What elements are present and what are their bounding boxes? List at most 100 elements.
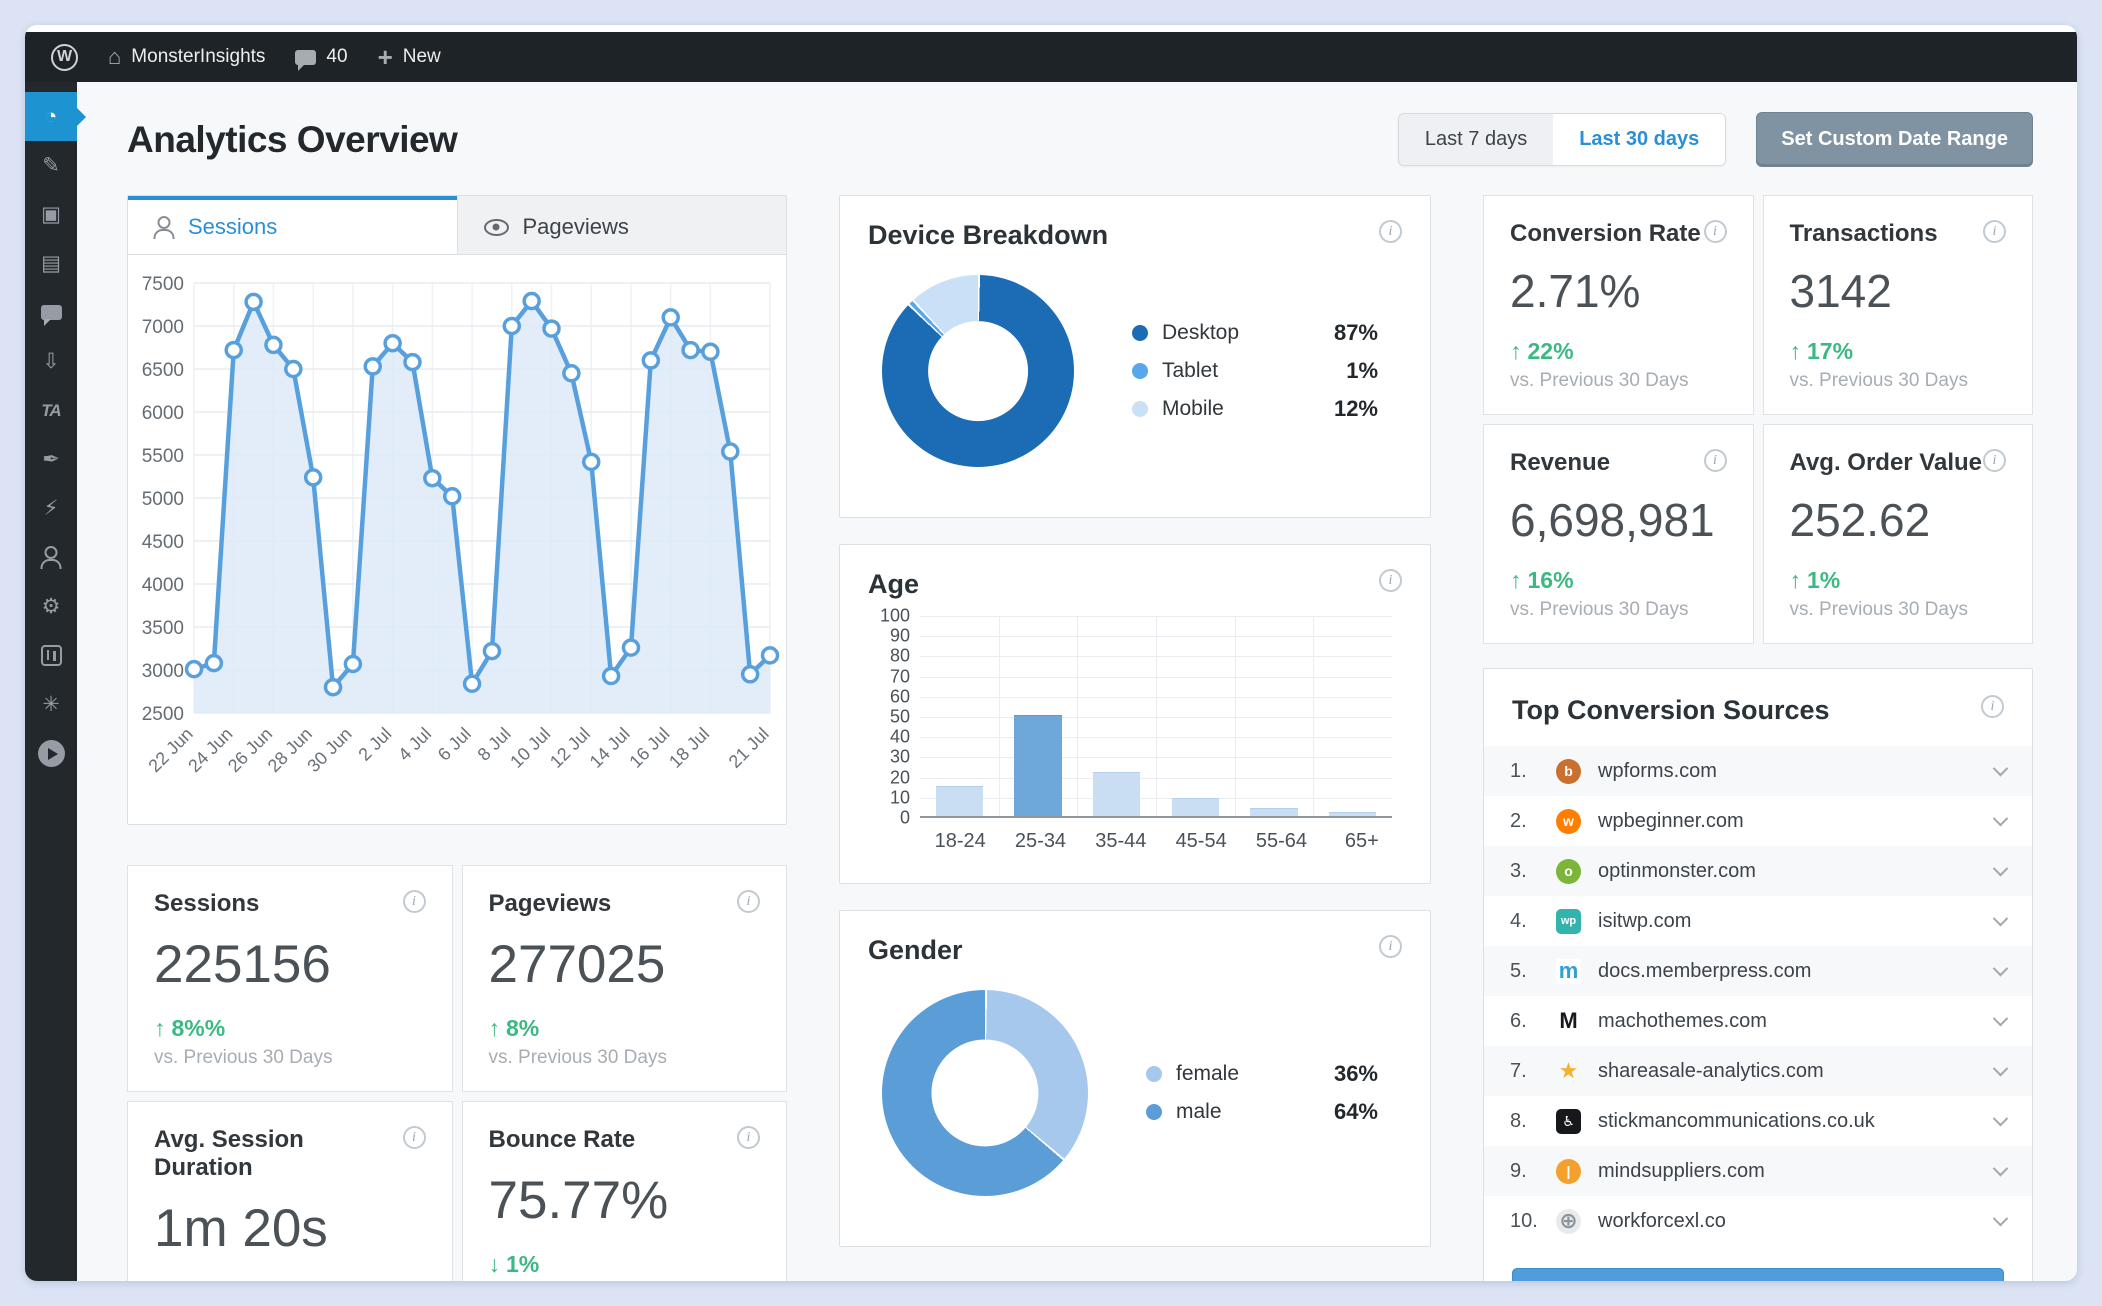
legend-dot [1132, 363, 1148, 379]
range-button-last-30-days[interactable]: Last 30 days [1553, 114, 1726, 165]
source-rank: 5. [1510, 959, 1527, 982]
set-custom-date-range-button[interactable]: Set Custom Date Range [1756, 112, 2033, 167]
sidebar-item-dashboard[interactable]: ◔ [25, 92, 77, 141]
site-menu[interactable]: ⌂ MonsterInsights [108, 46, 265, 68]
svg-text:6000: 6000 [142, 403, 184, 424]
comments-menu[interactable]: 40 [295, 46, 348, 71]
source-row-stickmancommunications.co.uk[interactable]: 8. ♿ stickmancommunications.co.uk [1484, 1096, 2032, 1146]
sidebar-item-users[interactable] [25, 533, 77, 582]
source-row-wpforms.com[interactable]: 1. b wpforms.com [1484, 746, 2032, 796]
source-row-wpbeginner.com[interactable]: 2. w wpbeginner.com [1484, 796, 2032, 846]
source-row-optinmonster.com[interactable]: 3. o optinmonster.com [1484, 846, 2032, 896]
info-icon[interactable]: i [402, 890, 426, 913]
sidebar-item-thirstyaffiliates[interactable]: TA [25, 386, 77, 435]
tab-pageviews[interactable]: Pageviews [456, 196, 786, 254]
stat-delta-value: 6% [172, 1279, 205, 1281]
info-icon[interactable]: i [1379, 935, 1402, 958]
device-breakdown-panel: Device Breakdown i Desktop 87% Tablet 1% Mob… [839, 195, 1431, 518]
device-breakdown-title: Device Breakdown [868, 220, 1109, 250]
age-tick-label: 10 [889, 787, 910, 808]
source-domain: optinmonster.com [1598, 859, 1756, 882]
age-tick-label: 90 [889, 625, 910, 646]
sidebar-item-tools[interactable]: ⚙ [25, 582, 77, 631]
svg-text:16 Jul: 16 Jul [625, 724, 673, 772]
info-icon[interactable]: i [1981, 695, 2004, 718]
site-name: MonsterInsights [131, 46, 266, 67]
chevron-down-icon[interactable] [1992, 1110, 2009, 1126]
shareasale-analytics.com-favicon: ★ [1558, 1058, 1579, 1083]
info-icon[interactable]: i [1379, 569, 1402, 592]
comments-icon [40, 305, 62, 326]
optinmonster.com-favicon: o [1556, 858, 1581, 884]
chevron-down-icon[interactable] [1992, 1210, 2009, 1226]
svg-text:7500: 7500 [142, 274, 184, 295]
svg-text:2500: 2500 [142, 704, 184, 725]
sidebar-item-monster-plugin[interactable]: ✳ [25, 680, 77, 729]
age-bars [920, 616, 1392, 816]
info-icon[interactable]: i [1983, 449, 2006, 472]
sidebar-item-downloads[interactable]: ⇩ [25, 337, 77, 386]
chevron-down-icon[interactable] [1992, 810, 2009, 826]
source-domain: shareasale-analytics.com [1598, 1059, 1824, 1082]
stat-value: 252.62 [1789, 494, 1931, 546]
svg-text:6500: 6500 [142, 360, 184, 381]
wordpress-logo-icon[interactable]: W [51, 43, 78, 71]
legend-item-tablet: Tablet 1% [1132, 358, 1378, 384]
source-row-shareasale-analytics.com[interactable]: 7. ★ shareasale-analytics.com [1484, 1046, 2032, 1096]
chevron-down-icon[interactable] [1992, 860, 2009, 876]
stat-delta: ↑ 8% [489, 1015, 761, 1042]
info-icon[interactable]: i [1703, 449, 1727, 472]
sidebar-item-settings-sliders[interactable] [25, 631, 77, 680]
chevron-down-icon[interactable] [1992, 910, 2009, 926]
tab-label: Sessions [188, 214, 278, 239]
tab-sessions[interactable]: Sessions [128, 196, 457, 254]
chevron-down-icon[interactable] [1992, 760, 2009, 776]
chevron-down-icon[interactable] [1992, 960, 2009, 976]
gender-panel: Gender i female 36% male 64% [839, 910, 1431, 1247]
stickmancommunications.co.uk-favicon: ♿ [1556, 1108, 1581, 1134]
sidebar-item-appearance[interactable]: ✒ [25, 435, 77, 484]
legend-dot [1132, 401, 1148, 417]
chevron-down-icon[interactable] [1992, 1060, 2009, 1076]
info-icon[interactable]: i [402, 1126, 426, 1149]
age-tick-label: 20 [889, 767, 910, 788]
new-content-menu[interactable]: + New [378, 44, 441, 70]
stat-delta: ↑ 16% [1510, 567, 1727, 594]
source-row-mindsuppliers.com[interactable]: 9. | mindsuppliers.com [1484, 1146, 2032, 1196]
stat-card-transactions: Transactions i 3142 ↑ 17% vs. Previous 30 Day… [1762, 195, 2033, 415]
view-top-conversions-report-button[interactable]: View Top Conversions Sources Report [1512, 1268, 2004, 1281]
sidebar-item-comments[interactable] [25, 288, 77, 337]
info-icon[interactable]: i [1983, 220, 2006, 243]
svg-text:4000: 4000 [142, 575, 184, 596]
stat-compare-label: vs. Previous 30 Days [1789, 599, 1968, 620]
source-row-isitwp.com[interactable]: 4. wp isitwp.com [1484, 896, 2032, 946]
chevron-down-icon[interactable] [1992, 1160, 2009, 1176]
sidebar-item-media[interactable]: ▣ [25, 190, 77, 239]
source-domain: wpforms.com [1598, 759, 1717, 782]
gender-title: Gender [868, 935, 963, 965]
svg-text:5000: 5000 [142, 489, 184, 510]
info-icon[interactable]: i [737, 890, 760, 913]
legend-value: 12% [1333, 396, 1378, 421]
sidebar-item-plugins[interactable]: ⚡ [25, 484, 77, 533]
range-button-last-7-days[interactable]: Last 7 days [1398, 114, 1554, 165]
source-row-docs.memberpress.com[interactable]: 5. m docs.memberpress.com [1484, 946, 2032, 996]
info-icon[interactable]: i [737, 1126, 760, 1149]
info-icon[interactable]: i [1379, 220, 1402, 243]
sidebar-item-video-play[interactable] [25, 729, 77, 778]
plugins-icon: ⚡ [43, 497, 59, 520]
chevron-down-icon[interactable] [1992, 1010, 2009, 1026]
sidebar-item-posts-pin[interactable]: ✎ [25, 141, 77, 190]
sources-list: 1. b wpforms.com 2. w wpbeginner.com 3. o optinm… [1484, 746, 2032, 1246]
stat-value: 277025 [488, 935, 666, 994]
source-row-machothemes.com[interactable]: 6. Mmachothemes.com [1484, 996, 2032, 1046]
source-domain: wpbeginner.com [1598, 809, 1744, 832]
sidebar-item-pages[interactable]: ▤ [25, 239, 77, 288]
legend-label: female [1176, 1062, 1240, 1085]
device-legend: Desktop 87% Tablet 1% Mobile 12% [1132, 308, 1378, 434]
stat-delta: ↓ 1% [489, 1251, 761, 1278]
info-icon[interactable]: i [1703, 220, 1727, 243]
svg-text:2 Jul: 2 Jul [354, 724, 395, 765]
source-row-workforcexl.co[interactable]: 10. ⊕ workforcexl.co [1484, 1196, 2032, 1246]
legend-item-desktop: Desktop 87% [1132, 320, 1378, 346]
